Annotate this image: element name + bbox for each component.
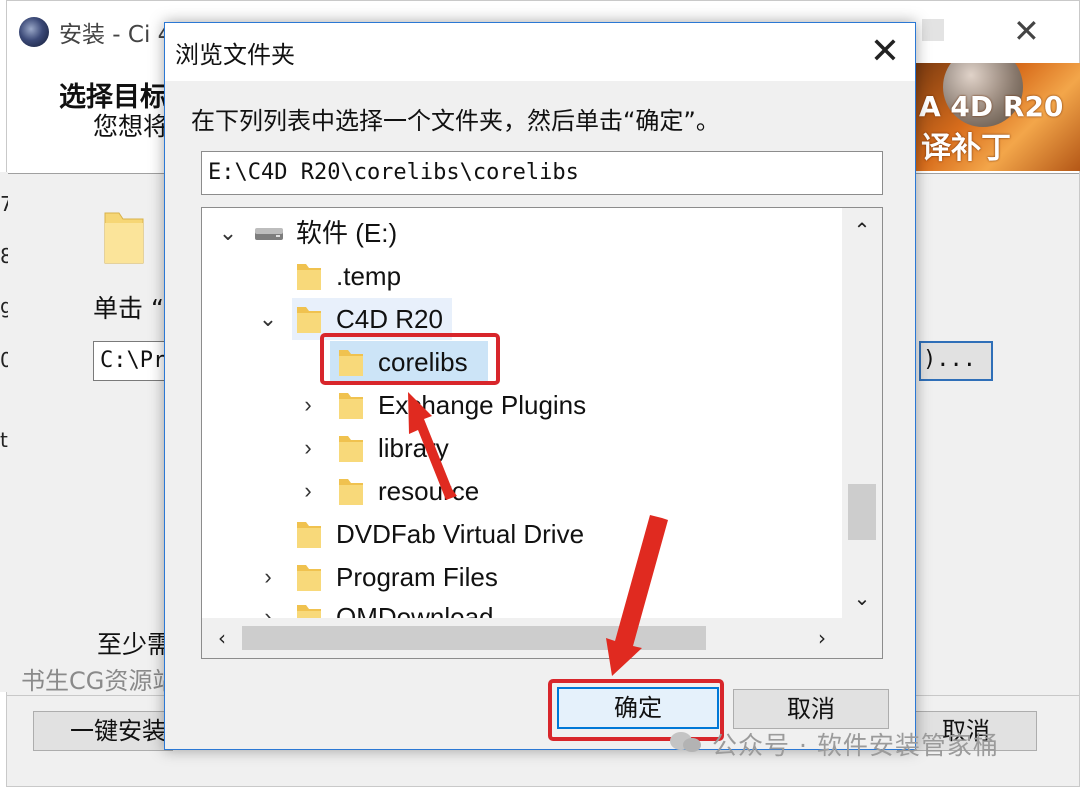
corelibs-highlight-box: [320, 333, 500, 385]
chevron-right-icon[interactable]: ›: [256, 596, 280, 618]
tree-item-label: Exchange Plugins: [378, 390, 587, 420]
folder-icon: [339, 393, 363, 419]
tree-item-qmdownload[interactable]: › QMDownload: [202, 596, 842, 618]
installer-banner-image: A 4D R20 译补丁: [915, 63, 1080, 171]
scrollbar-corner: [842, 618, 882, 658]
installer-browse-button[interactable]: )...: [919, 341, 993, 381]
scroll-left-icon[interactable]: ‹: [202, 618, 242, 658]
banner-text-line2: 译补丁: [921, 131, 1011, 166]
tree-item-library[interactable]: › library: [202, 427, 842, 469]
chevron-down-icon[interactable]: ⌄: [256, 298, 280, 340]
tree-item-resource[interactable]: › resource: [202, 470, 842, 512]
folder-path-field[interactable]: E:\C4D R20\corelibs\corelibs: [201, 151, 883, 195]
chevron-right-icon[interactable]: ›: [296, 384, 320, 426]
tree-item-label: library: [378, 433, 449, 463]
chevron-right-icon[interactable]: ›: [296, 470, 320, 512]
folder-icon: [297, 264, 321, 290]
banner-text-line1: A 4D R20: [919, 90, 1064, 123]
left-edge-char: g: [0, 294, 8, 318]
browse-folder-dialog: 浏览文件夹 ✕ 在下列列表中选择一个文件夹，然后单击“确定”。 E:\C4D R…: [164, 22, 916, 750]
install-folder-icon: [104, 212, 144, 264]
watermark-right: 公众号 · 软件安装管家桶: [712, 731, 999, 760]
left-edge-char: 7: [0, 192, 8, 216]
dialog-title: 浏览文件夹: [175, 41, 295, 69]
horizontal-scrollbar[interactable]: ‹ ›: [202, 618, 842, 658]
scroll-down-icon[interactable]: ⌄: [842, 580, 882, 616]
installer-click-instruction: 单击 “: [93, 294, 164, 323]
chevron-right-icon[interactable]: ›: [296, 427, 320, 469]
left-edge-char: t: [0, 428, 8, 452]
installer-space-requirement: 至少需: [97, 630, 173, 659]
drive-icon: [255, 228, 283, 240]
one-click-install-button[interactable]: 一键安装: [33, 711, 173, 751]
chevron-right-icon[interactable]: ›: [256, 556, 280, 598]
tree-item-label: 软件 (E:): [296, 218, 398, 248]
scroll-up-icon[interactable]: ⌃: [842, 212, 882, 248]
tree-item-label: resource: [378, 476, 480, 506]
watermark-left: 书生CG资源站: [21, 667, 177, 695]
tree-item-drive-e[interactable]: ⌄ 软件 (E:): [202, 212, 842, 254]
scroll-right-icon[interactable]: ›: [802, 618, 842, 658]
installer-titlebar-control[interactable]: [922, 19, 944, 41]
dialog-cancel-button[interactable]: 取消: [733, 689, 889, 729]
left-edge-strip: 7 8 g 0 t: [0, 172, 8, 692]
folder-icon: [339, 479, 363, 505]
installer-subheading: 您想将: [93, 112, 169, 141]
wechat-icon: [670, 732, 701, 752]
tree-item-label: Program Files: [336, 562, 498, 592]
tree-item-corelibs[interactable]: corelibs: [202, 341, 842, 383]
tree-item-exchange-plugins[interactable]: › Exchange Plugins: [202, 384, 842, 426]
dialog-close-icon[interactable]: ✕: [863, 27, 907, 77]
folder-icon: [297, 565, 321, 591]
left-edge-char: 0: [0, 348, 8, 372]
tree-item-program-files[interactable]: › Program Files: [202, 556, 842, 598]
tree-item-temp[interactable]: .temp: [202, 255, 842, 297]
vertical-scroll-thumb[interactable]: [848, 484, 876, 540]
horizontal-scroll-thumb[interactable]: [242, 626, 706, 650]
chevron-down-icon[interactable]: ⌄: [216, 212, 240, 254]
folder-icon: [297, 605, 321, 618]
tree-item-label: .temp: [336, 261, 402, 291]
folder-icon: [297, 307, 321, 333]
vertical-scrollbar[interactable]: ⌃ ⌄: [842, 208, 882, 618]
tree-item-c4d-r20[interactable]: ⌄ C4D R20: [202, 298, 842, 340]
tree-item-label: DVDFab Virtual Drive: [336, 519, 585, 549]
folder-icon: [339, 436, 363, 462]
folder-tree[interactable]: ⌄ 软件 (E:) .temp ⌄ C4D R20 corelibs › Exc…: [201, 207, 883, 659]
dialog-titlebar: 浏览文件夹 ✕: [165, 23, 915, 81]
tree-item-label: QMDownload: [336, 602, 494, 618]
cinema4d-logo-icon: [19, 17, 49, 47]
left-edge-char: 8: [0, 244, 8, 268]
dialog-instruction: 在下列列表中选择一个文件夹，然后单击“确定”。: [191, 107, 720, 135]
tree-item-dvdfab-virtual-drive[interactable]: DVDFab Virtual Drive: [202, 513, 842, 555]
installer-close-icon[interactable]: ✕: [1013, 11, 1040, 51]
folder-icon: [297, 522, 321, 548]
